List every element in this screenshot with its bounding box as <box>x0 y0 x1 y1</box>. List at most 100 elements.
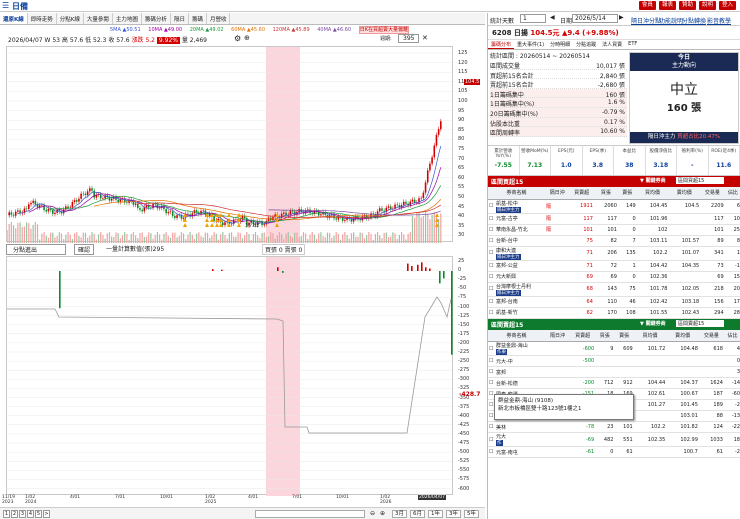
broker-name[interactable]: 華南永昌-竹北 <box>496 227 528 233</box>
col-header[interactable]: 佔比 <box>724 187 740 200</box>
row-checkbox[interactable]: ☐ <box>488 366 495 378</box>
page-4[interactable]: 4 <box>27 510 34 518</box>
table-row[interactable]: ☐ 富邦-台南 64 110 46 102.42 103.18 156 17 <box>488 296 740 308</box>
page-3[interactable]: 3 <box>19 510 26 518</box>
subtab-events[interactable]: 重大事件(1) <box>514 40 547 49</box>
col-header[interactable]: 隔日沖 <box>545 329 571 342</box>
table-row[interactable]: ☐ 群益金鼎-海山 作東 -600 9 609 101.72 104.48 618 4 <box>488 341 740 356</box>
daytrade-link[interactable]: 隔日沖分點 <box>631 16 661 25</box>
broker-cell[interactable]: 富邦 <box>495 366 545 378</box>
col-header[interactable]: 賣均價 <box>668 187 701 200</box>
sponsor-button[interactable]: 贊助 <box>678 1 696 10</box>
subtab-tick[interactable]: 分時明細 <box>547 40 573 49</box>
menu-icon[interactable]: ☰ <box>2 1 9 10</box>
page-next[interactable]: > <box>43 510 50 518</box>
range-3m[interactable]: 3月 <box>392 510 407 518</box>
range-scroll[interactable] <box>255 510 365 518</box>
table-row[interactable]: ☐ 元大新興 69 69 0 102.36 69 15 <box>488 271 740 283</box>
broker-cell[interactable]: 凱基-新竹 <box>495 307 545 319</box>
period-select[interactable]: 395 <box>398 34 420 43</box>
broker-name[interactable]: 富邦-公益 <box>496 263 518 269</box>
price-chart[interactable]: 35.82 <box>6 46 454 243</box>
broker-cell[interactable]: 富邦-台南 <box>495 296 545 308</box>
row-checkbox[interactable]: ☐ <box>488 377 495 389</box>
report-button[interactable]: 報表 <box>658 1 676 10</box>
broker-cell[interactable]: 美林 <box>495 421 545 433</box>
row-checkbox[interactable]: ☐ <box>488 421 495 433</box>
tab-realtime[interactable]: 即時走勢 <box>28 13 57 24</box>
row-checkbox[interactable]: ☐ <box>488 213 495 225</box>
member-button[interactable]: 會員 <box>638 1 656 10</box>
table-row[interactable]: ☐ 華南永昌-竹北隔 101 101 0 102 101 25 <box>488 224 740 236</box>
function-link[interactable]: 功能說明 <box>659 16 683 25</box>
subtab-institution[interactable]: 法人買賣 <box>599 40 625 49</box>
broker-cell[interactable]: 元富-古亭 <box>495 213 545 225</box>
broker-cell[interactable]: 華南永昌-竹北 <box>495 224 545 236</box>
tab-branch-k[interactable]: 分點K線 <box>57 13 84 24</box>
tab-volume[interactable]: 大量參閱 <box>84 13 113 24</box>
date-input[interactable]: 2026/5/14 <box>572 14 618 23</box>
broker-cell[interactable]: 台新-松德 <box>495 377 545 389</box>
col-header[interactable]: 買均價 <box>633 329 667 342</box>
col-header[interactable]: 券商名稱 <box>488 329 545 342</box>
table-row[interactable]: ☐ 元大-中 -500 0 <box>488 355 740 367</box>
confirm-button[interactable]: 確認 <box>74 244 95 255</box>
broker-name[interactable]: 元富-南屯 <box>496 450 518 456</box>
col-header[interactable]: 賣均價 <box>666 329 699 342</box>
table-row[interactable]: ☐ 元富-古亭隔 117 117 0 101.96 117 10 <box>488 213 740 225</box>
gear-icon[interactable]: ⚙ <box>234 34 241 43</box>
row-checkbox[interactable]: ☐ <box>488 282 495 297</box>
range-1y[interactable]: 1年 <box>428 510 443 518</box>
broker-cell[interactable]: 康和大連 隔日沖主力 <box>495 246 545 261</box>
table-row[interactable]: ☐ 美林 -78 23 101 102.2 101.82 124 -22 <box>488 421 740 433</box>
broker-cell[interactable]: 富邦-公益 <box>495 260 545 272</box>
table-row[interactable]: ☐ 富邦-公益 71 72 1 104.42 104.35 73 -1 <box>488 260 740 272</box>
broker-cell[interactable]: 群益金鼎-海山 作東 <box>495 341 545 356</box>
table-row[interactable]: ☐ 凱基-新竹 62 170 108 101.55 102.43 294 28 <box>488 307 740 319</box>
broker-name[interactable]: 台新-松德 <box>496 381 518 387</box>
col-header[interactable]: 買賣超 <box>569 187 594 200</box>
prev-icon[interactable]: ◀ <box>550 14 555 21</box>
range-5y[interactable]: 5年 <box>464 510 479 518</box>
broker-name[interactable]: 台新-台中 <box>496 238 518 244</box>
next-icon[interactable]: ▶ <box>619 14 624 21</box>
subtab-chip-dist[interactable]: 籌碼分布 <box>488 40 515 49</box>
tab-monthly-revenue[interactable]: 月營收 <box>207 13 231 24</box>
login-button[interactable]: 登入 <box>718 1 736 10</box>
col-header[interactable]: 券商名稱 <box>488 187 545 200</box>
crosshair-icon[interactable]: ⊕ <box>244 34 250 42</box>
col-header[interactable]: 交易量 <box>698 329 724 342</box>
col-header[interactable]: 買張 <box>595 329 615 342</box>
broker-name[interactable]: 元大新興 <box>496 274 516 280</box>
days-select[interactable]: 1 <box>520 14 546 23</box>
tab-main-map[interactable]: 主力地圖 <box>113 13 142 24</box>
tab-restored-k[interactable]: 還原K線 <box>0 13 28 24</box>
col-header[interactable]: 佔比 <box>723 329 740 342</box>
col-header[interactable]: 買張 <box>593 187 618 200</box>
table-row[interactable]: ☐ 富邦 3 <box>488 366 740 378</box>
row-checkbox[interactable]: ☐ <box>488 307 495 319</box>
row-checkbox[interactable]: ☐ <box>488 341 495 356</box>
row-checkbox[interactable]: ☐ <box>488 199 495 214</box>
broker-name[interactable]: 元富-古亭 <box>496 216 518 222</box>
branch-convert-link[interactable]: 分點轉換 <box>682 16 706 25</box>
broker-cell[interactable]: 元富-南屯 <box>495 446 545 458</box>
zoom-in-icon[interactable]: ⊕ <box>380 510 385 517</box>
tab-next-day[interactable]: 隔日 <box>171 13 189 24</box>
row-checkbox[interactable]: ☐ <box>488 432 495 447</box>
page-5[interactable]: 5 <box>35 510 42 518</box>
col-header[interactable]: 買賣超 <box>570 329 596 342</box>
col-header[interactable]: 買均價 <box>636 187 669 200</box>
subtab-etf[interactable]: ETF <box>625 40 640 49</box>
table-row[interactable]: ☐ 元大作 -69 482 551 102.35 102.99 1033 18 <box>488 432 740 447</box>
tab-chip-analysis[interactable]: 籌碼分析 <box>142 13 171 24</box>
tab-chips[interactable]: 籌碼 <box>189 13 207 24</box>
broker-cell[interactable]: 台新-台中 <box>495 235 545 247</box>
row-checkbox[interactable]: ☐ <box>488 246 495 261</box>
broker-cell[interactable]: 台灣摩根士丹利 隔日沖主力 <box>495 282 545 297</box>
table-row[interactable]: ☐ 台新-台中 75 82 7 103.11 101.57 89 8 <box>488 235 740 247</box>
col-header[interactable]: 隔日沖 <box>545 187 570 200</box>
broker-cell[interactable]: 元大-中 <box>495 355 545 367</box>
help-button[interactable]: 說明 <box>698 1 716 10</box>
row-checkbox[interactable]: ☐ <box>488 446 495 458</box>
